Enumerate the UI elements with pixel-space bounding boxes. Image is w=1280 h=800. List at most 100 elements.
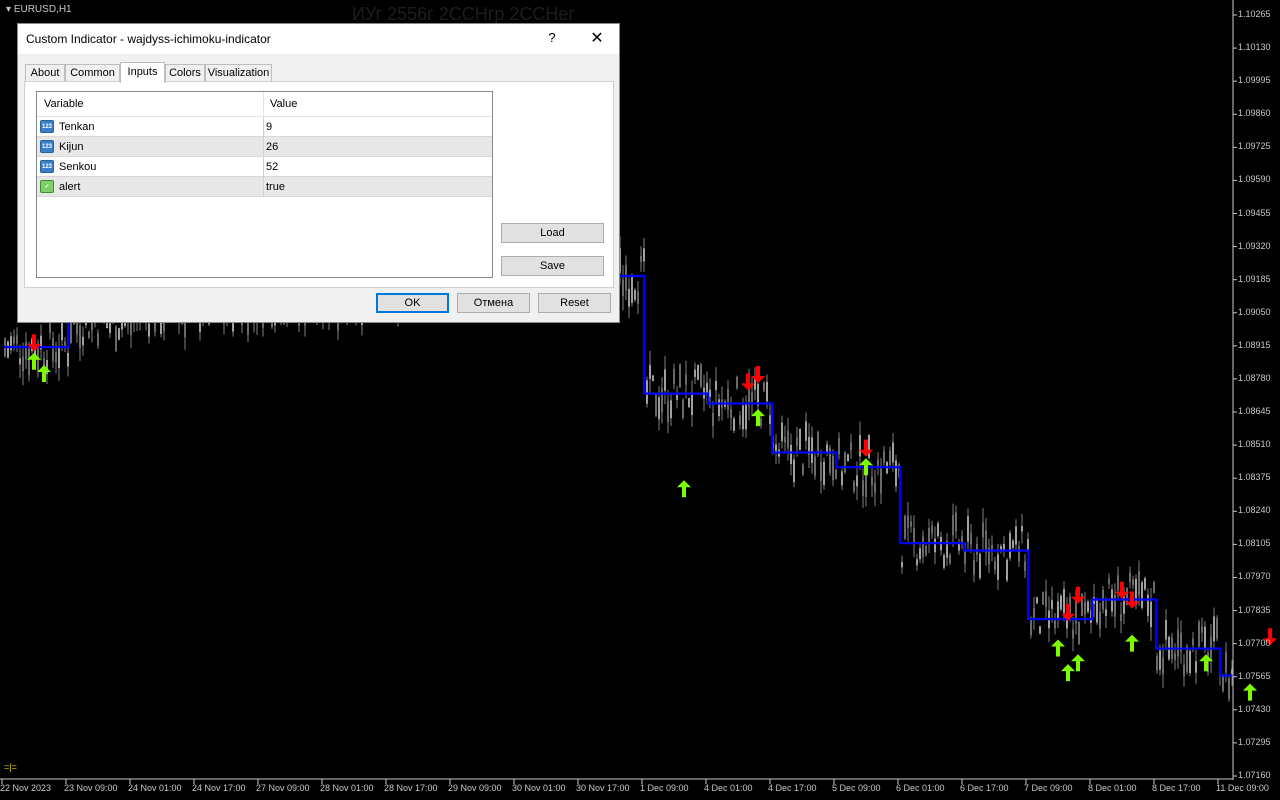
candle-body bbox=[706, 382, 708, 394]
help-button[interactable]: ? bbox=[540, 30, 564, 48]
candle-body bbox=[697, 364, 699, 380]
column-value[interactable]: Value bbox=[270, 98, 297, 110]
price-label: 1.09860 bbox=[1238, 108, 1271, 119]
candle-body bbox=[1159, 650, 1161, 670]
candle-body bbox=[901, 561, 903, 568]
candle-body bbox=[700, 364, 702, 387]
row-value[interactable]: 52 bbox=[266, 161, 278, 173]
price-label: 1.08915 bbox=[1238, 339, 1271, 350]
candle-body bbox=[865, 475, 867, 497]
candle-body bbox=[1216, 618, 1218, 639]
candle-body bbox=[646, 380, 648, 404]
load-button[interactable]: Load bbox=[501, 223, 604, 243]
ok-button[interactable]: OK bbox=[376, 293, 449, 313]
time-label: 7 Dec 09:00 bbox=[1024, 783, 1073, 793]
time-label: 22 Nov 2023 bbox=[0, 783, 52, 793]
price-label: 1.07565 bbox=[1238, 670, 1271, 681]
tab-visualization[interactable]: Visualization bbox=[205, 64, 272, 81]
candle-body bbox=[751, 391, 753, 402]
table-row[interactable]: 123 Kijun 26 bbox=[37, 137, 492, 157]
tab-colors[interactable]: Colors bbox=[165, 64, 205, 81]
candle-body bbox=[913, 528, 915, 545]
time-label: 11 Dec 09:00 bbox=[1216, 783, 1269, 793]
candle-body bbox=[850, 442, 852, 451]
time-label: 23 Nov 09:00 bbox=[64, 783, 118, 793]
time-label: 27 Nov 09:00 bbox=[256, 783, 310, 793]
price-label: 1.07295 bbox=[1238, 736, 1271, 747]
candle-body bbox=[1051, 600, 1053, 609]
price-label: 1.09995 bbox=[1238, 75, 1271, 86]
candle-body bbox=[883, 451, 885, 463]
price-label: 1.07430 bbox=[1238, 703, 1271, 714]
row-variable: alert bbox=[59, 181, 81, 193]
candle-body bbox=[871, 476, 873, 486]
column-divider[interactable] bbox=[263, 92, 264, 116]
candle-body bbox=[1063, 589, 1065, 614]
candle-body bbox=[1156, 656, 1158, 671]
tab-common[interactable]: Common bbox=[65, 64, 120, 81]
cancel-button[interactable]: Отмена bbox=[457, 293, 530, 313]
candle-body bbox=[1105, 609, 1107, 616]
candle-body bbox=[835, 469, 837, 479]
candle-body bbox=[937, 523, 939, 537]
candle-body bbox=[1198, 621, 1200, 647]
reset-button[interactable]: Reset bbox=[538, 293, 611, 313]
row-value[interactable]: 9 bbox=[266, 121, 272, 133]
candle-body bbox=[97, 332, 99, 346]
candle-body bbox=[631, 276, 633, 303]
candle-body bbox=[862, 480, 864, 496]
symbol-label: ▾ EURUSD,H1 bbox=[6, 4, 72, 15]
row-value[interactable]: 26 bbox=[266, 141, 278, 153]
save-button[interactable]: Save bbox=[501, 256, 604, 276]
candle-body bbox=[1006, 559, 1008, 581]
candle-body bbox=[118, 328, 120, 340]
candle-body bbox=[727, 388, 729, 410]
candle-body bbox=[640, 256, 642, 262]
candle-body bbox=[1153, 581, 1155, 593]
tab-about[interactable]: About bbox=[25, 64, 65, 81]
table-row[interactable]: 123 Tenkan 9 bbox=[37, 117, 492, 137]
candle-body bbox=[625, 265, 627, 291]
column-variable[interactable]: Variable bbox=[44, 98, 84, 110]
candle-body bbox=[745, 403, 747, 430]
row-variable: Kijun bbox=[59, 141, 84, 153]
candle-body bbox=[28, 348, 30, 375]
candle-body bbox=[709, 389, 711, 397]
price-label: 1.08645 bbox=[1238, 406, 1271, 417]
candle-body bbox=[943, 555, 945, 568]
candle-body bbox=[1186, 646, 1188, 672]
candle-body bbox=[1099, 611, 1101, 629]
candle-body bbox=[19, 358, 21, 365]
price-label: 1.07970 bbox=[1238, 571, 1271, 582]
price-label: 1.07160 bbox=[1238, 770, 1271, 780]
dialog-titlebar[interactable]: Custom Indicator - wajdyss-ichimoku-indi… bbox=[18, 24, 619, 54]
candle-body bbox=[973, 560, 975, 575]
bool-icon: ✓ bbox=[40, 180, 54, 193]
price-label: 1.07835 bbox=[1238, 604, 1271, 615]
time-label: 30 Nov 17:00 bbox=[576, 783, 630, 793]
candle-body bbox=[736, 377, 738, 389]
corner-mark: =|= bbox=[4, 762, 17, 772]
price-label: 1.08240 bbox=[1238, 505, 1271, 516]
close-icon[interactable]: ✕ bbox=[584, 28, 610, 50]
inputs-grid[interactable]: Variable Value 123 Tenkan 9 123 Kijun 26… bbox=[36, 91, 493, 278]
candle-body bbox=[115, 326, 117, 351]
tab-inputs[interactable]: Inputs bbox=[120, 62, 165, 83]
candle-body bbox=[1009, 532, 1011, 559]
candle-body bbox=[781, 422, 783, 442]
candle-body bbox=[649, 364, 651, 380]
candle-body bbox=[904, 515, 906, 539]
candle-body bbox=[1039, 626, 1041, 634]
symbol-triangle-icon[interactable]: ▾ bbox=[6, 4, 11, 15]
table-row[interactable]: ✓ alert true bbox=[37, 177, 492, 197]
candle-body bbox=[1228, 678, 1230, 699]
inputs-panel: Variable Value 123 Tenkan 9 123 Kijun 26… bbox=[24, 81, 614, 288]
table-row[interactable]: 123 Senkou 52 bbox=[37, 157, 492, 177]
price-label: 1.09590 bbox=[1238, 174, 1271, 185]
candle-body bbox=[796, 437, 798, 447]
candle-body bbox=[1192, 638, 1194, 646]
time-label: 24 Nov 01:00 bbox=[128, 783, 182, 793]
row-value[interactable]: true bbox=[266, 181, 285, 193]
candle-body bbox=[7, 341, 9, 358]
candle-body bbox=[682, 399, 684, 418]
